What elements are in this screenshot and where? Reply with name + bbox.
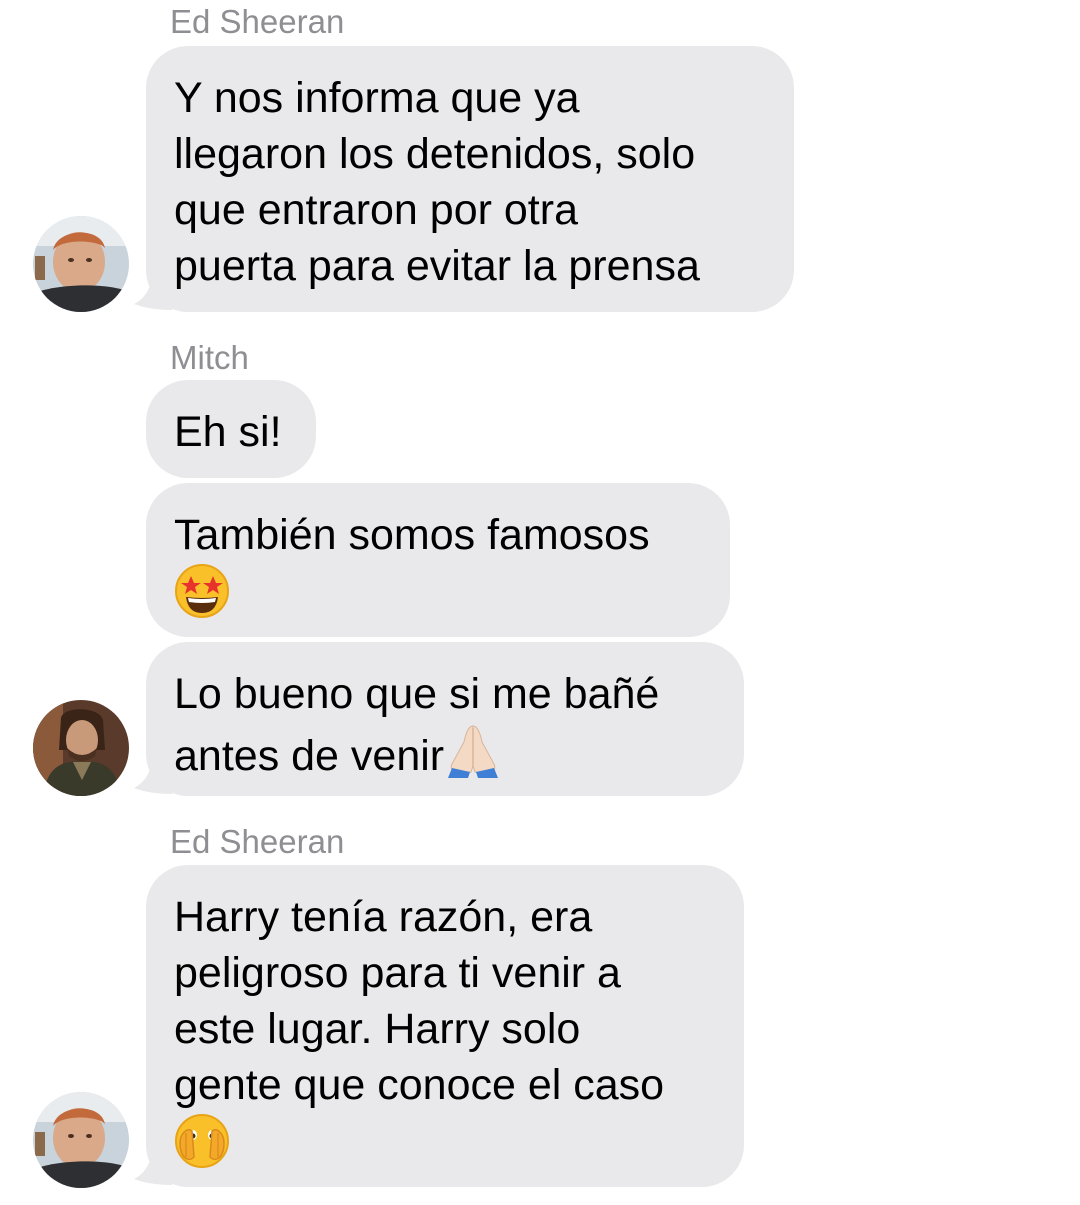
bubble-tail — [134, 272, 172, 310]
avatar-photo-ed-sheeran — [33, 1092, 129, 1188]
face-with-peeking-eye-emoji — [175, 1114, 229, 1168]
message-text-line: gente que conoce el caso — [174, 1061, 665, 1109]
message-text-line: que entraron por otra — [174, 186, 578, 234]
avatar-photo-ed-sheeran — [33, 216, 129, 312]
message-bubble[interactable]: Y nos informa que ya llegaron los deteni… — [146, 46, 794, 312]
avatar[interactable] — [33, 216, 129, 312]
sender-name: Ed Sheeran — [170, 3, 345, 40]
message-text-line: Harry tenía razón, era — [174, 893, 593, 941]
avatar[interactable] — [33, 1092, 129, 1188]
message-text-line: llegaron los detenidos, solo — [174, 130, 696, 178]
message-bubble[interactable]: Lo bueno que si me bañé antes de venir — [146, 642, 744, 796]
message-text-line: Lo bueno que si me bañé — [174, 670, 660, 718]
message-text-line: este lugar. Harry solo — [174, 1005, 581, 1053]
message-text-line: También somos famosos — [174, 511, 650, 559]
message-emoji-line — [174, 1113, 716, 1173]
message-text-line: Eh si! — [174, 408, 282, 456]
bubble-tail — [134, 756, 172, 794]
message-emoji-line — [174, 563, 702, 623]
bubble-tail — [134, 1147, 172, 1185]
message-text-line: antes de venir — [174, 722, 716, 784]
folded-hands-emoji — [448, 725, 499, 778]
message-bubble[interactable]: Eh si! — [146, 380, 316, 478]
message-text-line: Y nos informa que ya — [174, 74, 580, 122]
message-bubble[interactable]: Harry tenía razón, era peligroso para ti… — [146, 865, 744, 1187]
message-bubble[interactable]: También somos famosos — [146, 483, 730, 637]
message-text-line: puerta para evitar la prensa — [174, 242, 700, 290]
sender-name: Mitch — [170, 339, 249, 376]
sender-name: Ed Sheeran — [170, 823, 345, 860]
message-text-line: peligroso para ti venir a — [174, 949, 621, 997]
avatar-photo-mitch — [33, 700, 129, 796]
star-struck-emoji — [175, 564, 229, 618]
message-text: antes de venir — [174, 732, 445, 780]
avatar[interactable] — [33, 700, 129, 796]
